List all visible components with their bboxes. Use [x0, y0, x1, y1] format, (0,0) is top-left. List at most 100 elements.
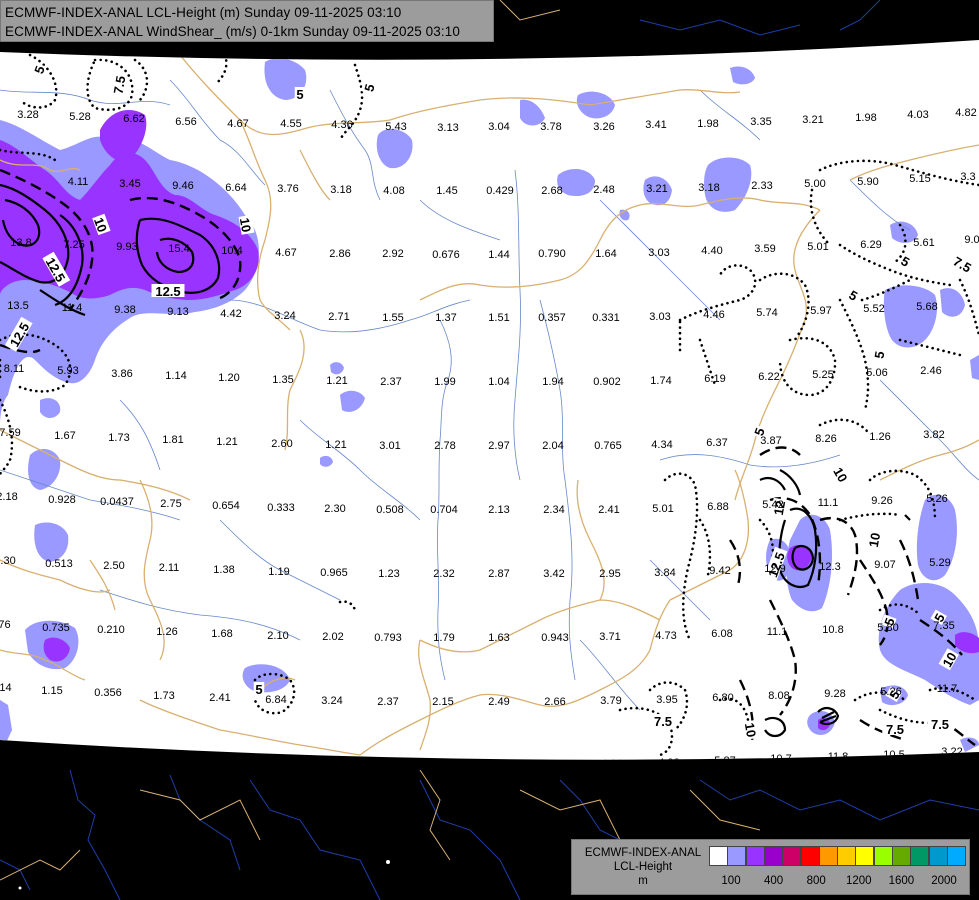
- legend-unit: m: [638, 875, 648, 887]
- contour-label-text: 5: [255, 682, 262, 697]
- lcl-value-label: 1.37: [435, 312, 456, 324]
- lcl-value-label: 0.356: [94, 687, 122, 699]
- lcl-value-label: 2.10: [267, 630, 288, 642]
- lcl-value-label: 1.14: [165, 370, 186, 382]
- lcl-value-label: 2.34: [543, 504, 564, 516]
- contour-label-text: 12.5: [155, 284, 180, 299]
- legend-tick-label: 1600: [888, 875, 915, 887]
- legend-tick-label: 400: [764, 875, 784, 887]
- lcl-value-label: 5.26: [880, 686, 901, 698]
- lcl-value-label: 9.0: [964, 234, 979, 246]
- lcl-value-label: 9.93: [116, 241, 137, 253]
- contour-label-text: 7.5: [111, 75, 129, 95]
- contour-label-text: 7.5: [654, 714, 672, 729]
- lcl-value-label: 2.75: [160, 498, 181, 510]
- lcl-value-label: 0.357: [538, 312, 566, 324]
- lcl-value-label: 2.18: [0, 491, 18, 503]
- color-legend: ECMWF-INDEX-ANAL LCL-Height m 100 400 800 1…: [571, 839, 970, 895]
- lcl-value-label: 5.52: [863, 303, 884, 315]
- map-title-panel: ECMWF-INDEX-ANAL LCL-Height (m) Sunday 0…: [0, 0, 494, 42]
- lcl-value-label: 3.78: [540, 121, 561, 133]
- contour-label-text: 5: [296, 87, 303, 102]
- lcl-value-label: 3.3: [960, 171, 975, 183]
- lcl-value-label: 2.60: [271, 438, 292, 450]
- lcl-value-label: 12.3: [819, 561, 840, 573]
- lcl-value-label: 2.13: [488, 504, 509, 516]
- legend-swatch: [782, 846, 802, 866]
- lcl-value-label: 0.765: [594, 440, 622, 452]
- contour-label-text: 7.5: [931, 717, 949, 732]
- lcl-value-label: 5.28: [69, 111, 90, 123]
- lcl-value-label: 4.82: [955, 107, 976, 119]
- lcl-value-label: 1.68: [211, 628, 232, 640]
- lcl-value-label: 1.73: [108, 432, 129, 444]
- lcl-value-label: 11.1: [818, 497, 839, 509]
- legend-swatch: [855, 846, 875, 866]
- map-canvas[interactable]: 57.5 551012.512.512.5105 7.555510121012.55…: [0, 0, 979, 900]
- lcl-value-label: 0.333: [267, 502, 295, 514]
- lcl-value-label: 2.68: [541, 185, 562, 197]
- lcl-value-label: 2.11: [159, 562, 180, 574]
- lcl-value-label: 5.29: [929, 557, 950, 569]
- lcl-value-label: 2.37: [380, 376, 401, 388]
- contour-label: 10: [237, 214, 255, 235]
- lcl-value-label: 1.21: [326, 375, 347, 387]
- lcl-value-label: 0.790: [538, 248, 566, 260]
- lcl-value-label: 10.4: [221, 245, 242, 257]
- lcl-value-label: 6.37: [706, 437, 727, 449]
- lcl-value-label: 5.68: [916, 301, 937, 313]
- lcl-value-label: 6.19: [704, 373, 725, 385]
- legend-swatch: [818, 846, 838, 866]
- lcl-value-label: 2.50: [103, 560, 124, 572]
- lcl-value-label: 6.08: [711, 628, 732, 640]
- lcl-value-label: 0.429: [486, 185, 514, 197]
- lcl-value-label: 2.37: [377, 696, 398, 708]
- lcl-value-label: 5.26: [926, 493, 947, 505]
- lcl-value-label: 1.67: [54, 430, 75, 442]
- lcl-value-label: 13.8: [10, 237, 31, 249]
- lcl-value-label: 2.15: [432, 696, 453, 708]
- lcl-value-label: 1.21: [325, 439, 346, 451]
- lcl-value-label: 4.67: [227, 118, 248, 130]
- lcl-value-label: 4.36: [331, 119, 352, 131]
- legend-swatch: [946, 846, 966, 866]
- lcl-value-label: 2.32: [433, 568, 454, 580]
- lcl-value-label: 3.18: [330, 184, 351, 196]
- contour-label: 5: [253, 682, 265, 697]
- lcl-value-label: 7.59: [0, 427, 21, 439]
- lcl-value-label: 7.25: [63, 239, 84, 251]
- lcl-value-label: 5.97: [810, 305, 831, 317]
- lcl-value-label: 2.95: [599, 568, 620, 580]
- lcl-value-label: 5.42: [762, 499, 783, 511]
- lcl-value-label: 10.8: [822, 624, 843, 636]
- legend-tick-label: 100: [721, 875, 741, 887]
- lcl-value-label: 9.46: [172, 180, 193, 192]
- lcl-value-label: 0.508: [376, 504, 404, 516]
- lcl-value-label: 4.55: [280, 118, 301, 130]
- lcl-value-label: 0.965: [320, 567, 348, 579]
- contour-label: 12.5: [151, 284, 185, 299]
- legend-swatch: [873, 846, 893, 866]
- lcl-value-label: 1.15: [41, 685, 62, 697]
- lcl-value-label: 9.28: [824, 688, 845, 700]
- lcl-value-label: 5.00: [804, 178, 825, 190]
- lcl-value-label: 1.23: [378, 568, 399, 580]
- contour-label: 5: [294, 87, 306, 102]
- lcl-value-label: 3.41: [645, 119, 666, 131]
- lcl-value-label: 2.30: [324, 503, 345, 515]
- lcl-value-label: 6.84: [265, 694, 286, 706]
- lcl-value-label: 5.90: [857, 176, 878, 188]
- lcl-value-label: 5.93: [57, 365, 78, 377]
- lcl-value-label: 4.40: [701, 245, 722, 257]
- lcl-value-label: 3.04: [488, 121, 509, 133]
- contour-label: 7.5: [882, 722, 908, 737]
- contour-label-text: 7.5: [886, 722, 904, 737]
- lcl-value-label: 4.11: [68, 176, 89, 188]
- lcl-value-label: 1.64: [595, 248, 616, 260]
- lcl-value-label: 1.19: [268, 566, 289, 578]
- lcl-value-label: 3.86: [111, 368, 132, 380]
- lcl-value-label: 9.07: [874, 559, 895, 571]
- legend-tick-label: 2000: [931, 875, 957, 887]
- lcl-value-label: 1.55: [382, 312, 403, 324]
- lcl-value-label: 1.99: [434, 376, 455, 388]
